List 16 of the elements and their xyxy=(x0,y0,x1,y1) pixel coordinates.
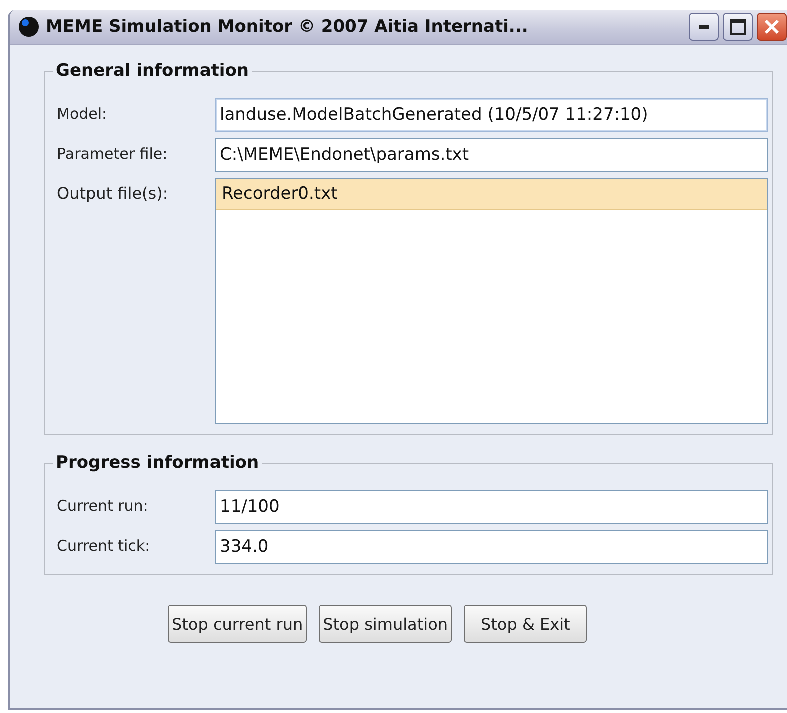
action-button[interactable]: Stop & Exit xyxy=(464,605,588,643)
field-label: Output file(s): xyxy=(57,183,170,205)
output-file-list[interactable]: Recorder0.txt xyxy=(215,178,768,424)
action-button[interactable]: Stop current run xyxy=(168,605,308,643)
field-label: Current run: xyxy=(57,496,150,515)
field-label: Model: xyxy=(57,104,108,123)
text-field[interactable]: C:\MEME\Endonet\params.txt xyxy=(215,138,768,172)
action-button[interactable]: Stop simulation xyxy=(319,605,452,643)
text-field[interactable]: landuse.ModelBatchGenerated (10/5/07 11:27:10) xyxy=(215,98,768,132)
text-field[interactable]: 334.0 xyxy=(215,530,768,564)
group-title: Progress information xyxy=(53,453,262,473)
field-label: Parameter file: xyxy=(57,144,169,163)
field-label: Current tick: xyxy=(57,536,152,555)
list-item[interactable]: Recorder0.txt xyxy=(216,179,767,210)
window-title: MEME Simulation Monitor © 2007 Aitia Internati... xyxy=(46,17,528,37)
text-field[interactable]: 11/100 xyxy=(215,490,768,524)
